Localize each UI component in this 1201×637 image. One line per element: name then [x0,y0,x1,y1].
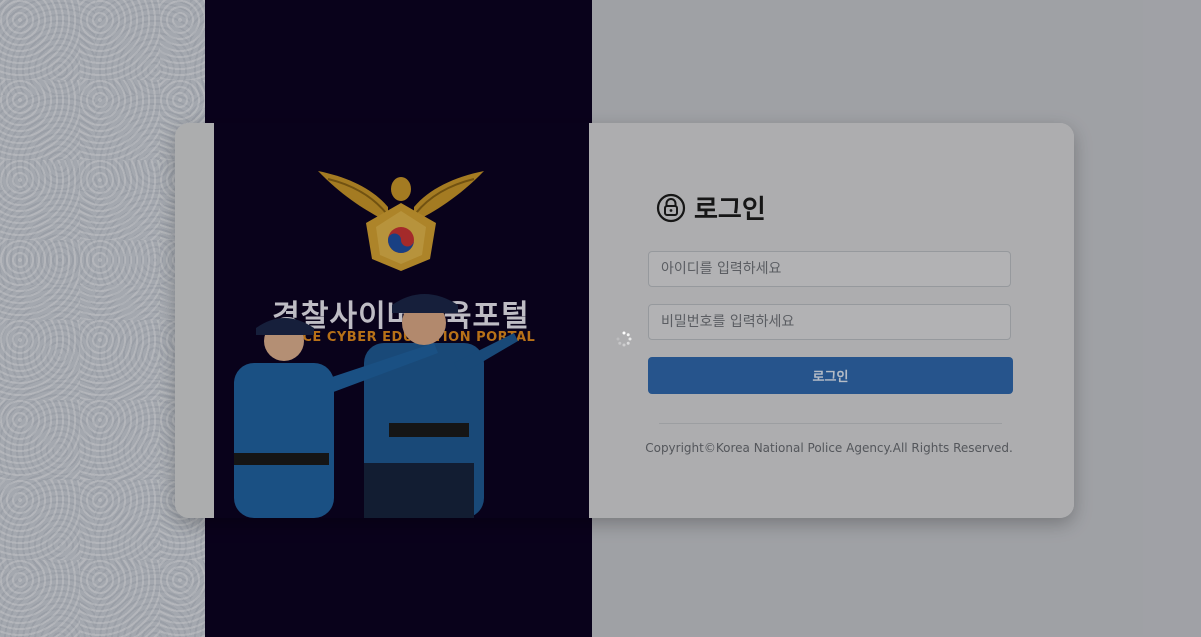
police-officers-image [234,294,518,518]
copyright-text: Copyright©Korea National Police Agency.A… [645,441,1013,455]
hero-image: 경찰사이버교육포털 POLICE CYBER EDUCATION PORTAL [214,123,589,518]
login-header: 로그인 [656,189,766,226]
login-panel: 로그인 로그인 Copyright©Korea National Police … [589,123,1074,518]
login-card: 경찰사이버교육포털 POLICE CYBER EDUCATION PORTAL [175,123,1074,518]
password-input[interactable] [648,304,1011,340]
hero-panel: 경찰사이버교육포털 POLICE CYBER EDUCATION PORTAL [175,123,589,518]
login-title: 로그인 [694,195,766,225]
divider [659,423,1002,424]
login-button[interactable]: 로그인 [648,357,1013,394]
police-emblem-icon [318,171,484,271]
username-input[interactable] [648,251,1011,287]
loading-spinner-icon [616,331,632,347]
lock-circle-icon [656,193,686,222]
